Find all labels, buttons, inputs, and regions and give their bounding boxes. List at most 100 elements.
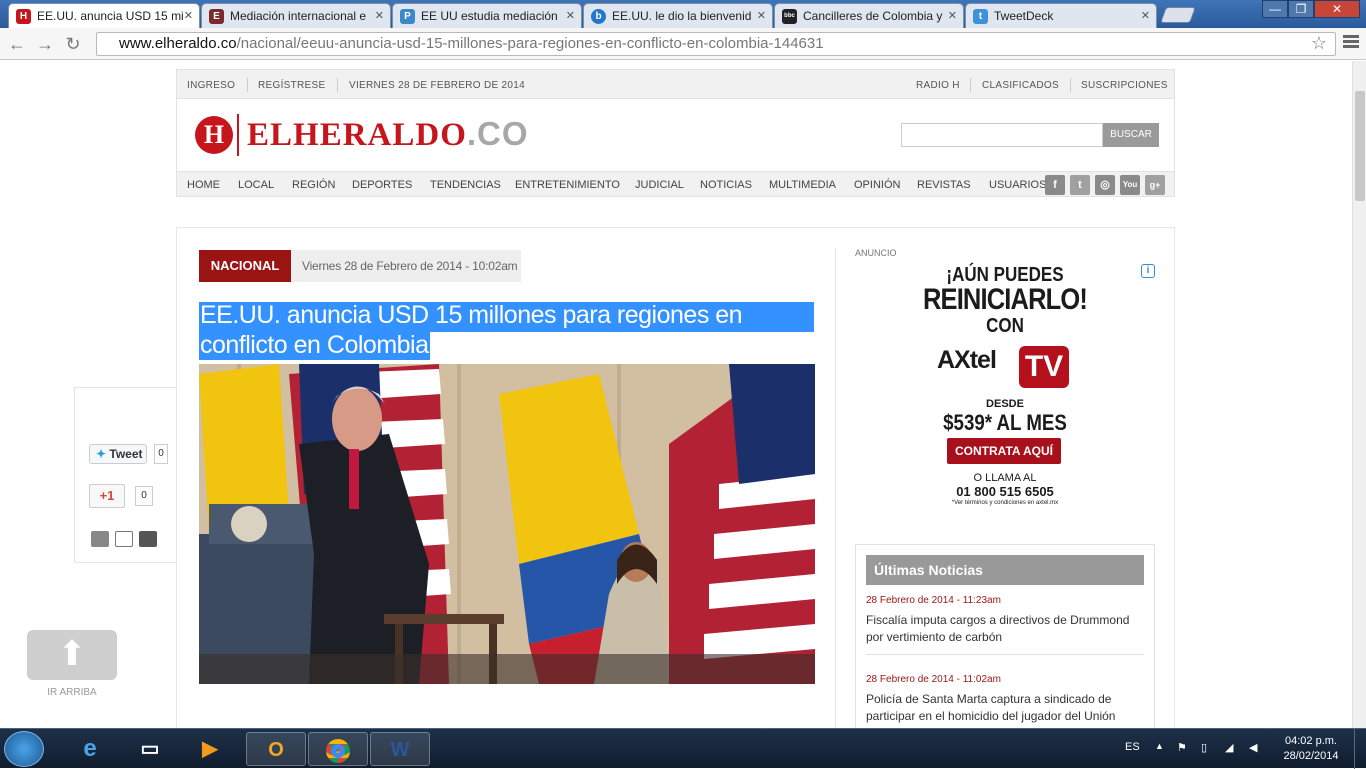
forward-icon[interactable]: →: [34, 33, 56, 55]
tab-3[interactable]: P EE UU estudia mediación ✕: [392, 3, 582, 28]
volume-icon[interactable]: ◀: [1249, 741, 1257, 754]
email-icon[interactable]: [115, 531, 133, 547]
close-tab-icon[interactable]: ✕: [757, 9, 766, 22]
chrome-menu-icon[interactable]: [1343, 35, 1359, 51]
tab-6[interactable]: t TweetDeck ✕: [965, 3, 1157, 28]
nav-entretenimiento[interactable]: ENTRETENIMIENTO: [515, 179, 620, 191]
tab-4[interactable]: b EE.UU. le dio la bienvenid ✕: [583, 3, 773, 28]
bookmark-star-icon[interactable]: ☆: [1311, 33, 1327, 54]
pdf-icon[interactable]: [139, 531, 157, 547]
battery-icon[interactable]: ▯: [1201, 741, 1207, 754]
site-logo[interactable]: ELHERALDO.CO: [247, 115, 529, 154]
login-link[interactable]: INGRESO: [187, 80, 235, 91]
close-window-button[interactable]: ✕: [1314, 0, 1360, 18]
address-bar[interactable]: www.elheraldo.co/nacional/eeuu-anuncia-u…: [96, 32, 1336, 56]
print-icon[interactable]: [91, 531, 109, 547]
news-item[interactable]: 28 Febrero de 2014 - 11:23am Fiscalía im…: [866, 595, 1144, 646]
tray-expand-icon[interactable]: ▲: [1155, 741, 1164, 751]
google-plus-icon[interactable]: g+: [1145, 175, 1165, 195]
instagram-icon[interactable]: ◎: [1095, 175, 1115, 195]
google-plus-one-button[interactable]: +1: [89, 484, 125, 508]
system-clock[interactable]: 04:02 p.m. 28/02/2014: [1278, 734, 1344, 764]
radio-h-link[interactable]: RADIO H: [916, 80, 960, 91]
ad-call: O LLAMA AL: [973, 472, 1037, 484]
suscripciones-link[interactable]: SUSCRIPCIONES: [1081, 80, 1168, 91]
tab-2[interactable]: E Mediación internacional e ✕: [201, 3, 391, 28]
arrow-up-icon: ⬆: [57, 635, 87, 673]
scrollbar-thumb[interactable]: [1355, 91, 1365, 201]
facebook-icon[interactable]: f: [1045, 175, 1065, 195]
twitter-icon[interactable]: t: [1070, 175, 1090, 195]
article-meta: NACIONAL Viernes 28 de Febrero de 2014 -…: [199, 250, 521, 282]
word-icon[interactable]: W: [370, 732, 430, 766]
start-button[interactable]: [4, 731, 44, 767]
nav-local[interactable]: LOCAL: [238, 179, 274, 191]
nav-opinion[interactable]: OPINIÓN: [854, 179, 900, 191]
logo-h-icon[interactable]: H: [195, 116, 233, 154]
photo-illustration: [199, 364, 815, 684]
show-desktop-button[interactable]: [1354, 729, 1366, 769]
axtel-advertisement[interactable]: ¡AÚN PUEDES REINICIARLO! CON AXtel TV DE…: [877, 264, 1133, 514]
back-icon[interactable]: ←: [6, 33, 28, 55]
internet-explorer-icon[interactable]: e: [60, 732, 120, 766]
tab-5[interactable]: bbc Cancilleres de Colombia y ✕: [774, 3, 964, 28]
nav-revistas[interactable]: REVISTAS: [917, 179, 971, 191]
close-tab-icon[interactable]: ✕: [948, 9, 957, 22]
search-input[interactable]: [901, 123, 1103, 147]
tab-1[interactable]: H EE.UU. anuncia USD 15 mi ✕: [8, 3, 200, 29]
nav-judicial[interactable]: JUDICIAL: [635, 179, 684, 191]
ad-cta-button[interactable]: CONTRATA AQUÍ: [947, 438, 1061, 464]
nav-multimedia[interactable]: MULTIMEDIA: [769, 179, 836, 191]
page-scrollbar[interactable]: [1352, 61, 1366, 728]
column-divider: [835, 248, 836, 728]
ad-info-icon[interactable]: i: [1141, 264, 1155, 278]
nav-home[interactable]: HOME: [187, 179, 220, 191]
close-tab-icon[interactable]: ✕: [184, 9, 193, 22]
media-player-icon[interactable]: ▶: [180, 732, 240, 766]
nav-deportes[interactable]: DEPORTES: [352, 179, 412, 191]
file-explorer-icon[interactable]: ▭: [120, 732, 180, 766]
nav-region[interactable]: REGIÓN: [292, 179, 335, 191]
news-divider: [866, 654, 1144, 655]
search-button[interactable]: BUSCAR: [1103, 123, 1159, 147]
ad-line-3: CON: [986, 315, 1024, 337]
youtube-icon[interactable]: You: [1120, 175, 1140, 195]
language-indicator[interactable]: ES: [1125, 741, 1140, 753]
close-tab-icon[interactable]: ✕: [375, 9, 384, 22]
nav-usuarios[interactable]: USUARIOS: [989, 179, 1046, 191]
action-center-icon[interactable]: ⚑: [1177, 741, 1187, 754]
tweet-button[interactable]: ✦ Tweet: [89, 444, 147, 464]
register-link[interactable]: REGÍSTRESE: [258, 80, 325, 91]
news-date: 28 Febrero de 2014 - 11:23am: [866, 595, 1001, 606]
outlook-icon[interactable]: O: [246, 732, 306, 766]
back-to-top-label[interactable]: IR ARRIBA: [27, 687, 117, 698]
reload-icon[interactable]: ↻: [62, 33, 84, 55]
close-tab-icon[interactable]: ✕: [1141, 9, 1150, 22]
nav-noticias[interactable]: NOTICIAS: [700, 179, 752, 191]
headline-line-2: conflicto en Colombia: [199, 331, 430, 360]
tab-favicon-icon: P: [400, 9, 415, 24]
news-link[interactable]: Fiscalía imputa cargos a directivos de D…: [866, 612, 1144, 646]
close-tab-icon[interactable]: ✕: [566, 9, 575, 22]
news-item[interactable]: 28 Febrero de 2014 - 11:02am Policía de …: [866, 674, 1144, 725]
top-utility-bar: INGRESO REGÍSTRESE VIERNES 28 DE FEBRERO…: [176, 69, 1175, 99]
ad-brand-tv: TV: [1019, 346, 1069, 388]
new-tab-button[interactable]: [1160, 7, 1196, 23]
tab-title: Cancilleres de Colombia y: [803, 9, 943, 23]
ad-from: DESDE: [986, 398, 1024, 410]
web-page: INGRESO REGÍSTRESE VIERNES 28 DE FEBRERO…: [0, 61, 1352, 728]
clasificados-link[interactable]: CLASIFICADOS: [982, 80, 1059, 91]
ad-price: $539* AL MES: [943, 410, 1067, 435]
ad-terms: *Ver términos y condiciones en axtel.mx: [951, 500, 1059, 506]
minimize-button[interactable]: —: [1262, 0, 1288, 18]
news-link[interactable]: Policía de Santa Marta captura a sindica…: [866, 691, 1144, 725]
nav-tendencias[interactable]: TENDENCIAS: [430, 179, 501, 191]
maximize-button[interactable]: ❐: [1288, 0, 1314, 18]
chrome-icon[interactable]: [308, 732, 368, 766]
back-to-top-button[interactable]: ⬆: [27, 630, 117, 680]
section-badge[interactable]: NACIONAL: [199, 250, 291, 282]
network-icon[interactable]: ◢: [1225, 741, 1233, 754]
article-photo[interactable]: [199, 364, 815, 684]
latest-news-box: Últimas Noticias 28 Febrero de 2014 - 11…: [855, 544, 1155, 728]
tab-title: EE UU estudia mediación: [421, 9, 558, 23]
